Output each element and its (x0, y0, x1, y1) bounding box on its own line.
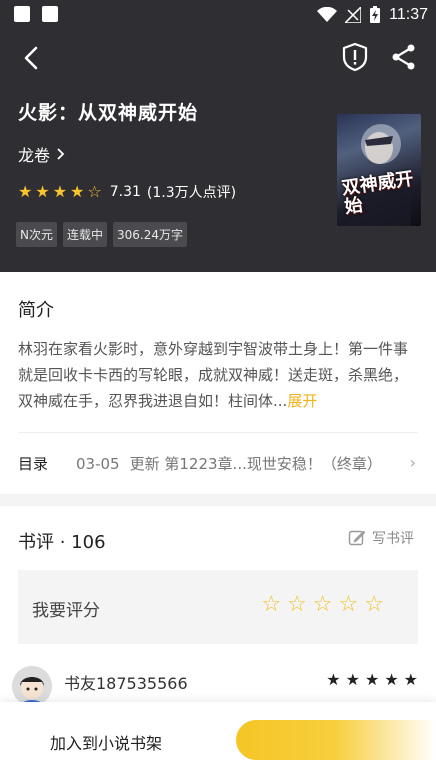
toc-update-date: 03-05 (76, 454, 120, 473)
rate-label: 我要评分 (32, 601, 100, 621)
back-button[interactable] (18, 44, 46, 72)
share-button[interactable] (390, 42, 418, 72)
write-review-button[interactable]: 写书评 (348, 528, 414, 548)
rating-stars: ★ ★ ★ ★ ☆ (18, 184, 102, 200)
notification-icon (42, 6, 58, 22)
toc-label: 目录 (18, 455, 49, 473)
synopsis-text: 林羽在家看火影时，意外穿越到宇智波带土身上！第一件事就是回收卡卡西的写轮眼，成就… (18, 336, 418, 414)
chevron-right-icon (57, 148, 65, 160)
reviewer-name: 书友187535566 (64, 674, 188, 693)
rating-row: ★ ★ ★ ★ ☆ 7.31 (1.3万人点评) (18, 182, 236, 202)
star-filled-icon: ★ (326, 670, 341, 689)
star-rate-4[interactable]: ☆ (339, 594, 359, 616)
rating-value: 7.31 (109, 184, 141, 200)
notification-icon (14, 6, 30, 22)
star-filled-icon: ★ (18, 182, 33, 201)
star-filled-icon: ★ (52, 182, 68, 201)
synopsis-heading: 简介 (18, 300, 54, 321)
share-icon (392, 44, 415, 70)
book-tags: N次元 连载中 306.24万字 (16, 222, 187, 247)
synopsis-section: 简介 林羽在家看火影时，意外穿越到宇智波带土身上！第一件事就是回收卡卡西的写轮眼… (0, 272, 436, 494)
signal-icon (345, 7, 362, 23)
reviews-heading: 书评 · 106 (18, 532, 106, 553)
reviewer-stars: ★ ★ ★ ★ ★ (326, 670, 418, 689)
status-bar: 11:37 (0, 0, 436, 30)
book-header: 火影：从双神威开始 龙卷 ★ ★ ★ ★ ☆ 7.31 (1.3万人点评) N次… (0, 30, 436, 272)
review-item[interactable]: 书友187535566 (12, 666, 188, 706)
star-rate-5[interactable]: ☆ (364, 594, 384, 616)
rate-box: 我要评分 ☆ ☆ ☆ ☆ ☆ (18, 570, 418, 644)
toc-latest-chapter: 更新 第1223章...现世安稳！（终章） (129, 455, 382, 473)
star-filled-icon: ★ (403, 670, 418, 689)
tag-word-count: 306.24万字 (113, 222, 187, 247)
chevron-left-icon (24, 46, 38, 70)
read-now-button[interactable] (236, 720, 436, 760)
add-to-shelf-button[interactable]: 加入到小说书架 (50, 730, 162, 754)
tag-category[interactable]: N次元 (16, 222, 57, 247)
expand-link[interactable]: 展开 (287, 392, 317, 410)
rate-stars: ☆ ☆ ☆ ☆ ☆ (261, 594, 384, 616)
tag-status: 连载中 (62, 222, 107, 247)
divider (18, 432, 418, 433)
edit-icon (348, 530, 366, 546)
star-filled-icon: ★ (35, 182, 50, 201)
avatar[interactable] (12, 666, 52, 706)
book-cover[interactable]: 双神威开始 (337, 114, 421, 226)
star-rate-2[interactable]: ☆ (287, 594, 307, 616)
star-filled-icon: ★ (345, 670, 360, 689)
report-button[interactable] (341, 42, 369, 72)
chevron-right-icon: › (409, 453, 416, 472)
star-filled-icon: ★ (384, 670, 399, 689)
book-title: 火影：从双神威开始 (18, 102, 199, 124)
status-indicators: 11:37 (317, 4, 428, 26)
author-link[interactable]: 龙卷 (18, 142, 66, 166)
wifi-icon (317, 7, 338, 22)
star-filled-icon: ★ (364, 670, 380, 689)
rating-count: (1.3万人点评) (146, 185, 237, 201)
user-avatar-icon (12, 666, 52, 706)
star-rate-1[interactable]: ☆ (261, 594, 281, 616)
star-outline-icon: ☆ (87, 182, 102, 201)
write-review-label: 写书评 (372, 531, 414, 547)
bottom-action-bar: 加入到小说书架 (0, 702, 436, 776)
table-of-contents-row[interactable]: 目录 03-05 更新 第1223章...现世安稳！（终章） › (18, 453, 418, 474)
author-name: 龙卷 (18, 146, 51, 165)
battery-charging-icon (370, 6, 381, 23)
star-filled-icon: ★ (70, 182, 85, 201)
star-rate-3[interactable]: ☆ (313, 594, 333, 616)
clock: 11:37 (389, 6, 428, 23)
synopsis-body: 林羽在家看火影时，意外穿越到宇智波带土身上！第一件事就是回收卡卡西的写轮眼，成就… (18, 340, 409, 410)
shield-alert-icon (342, 42, 368, 72)
